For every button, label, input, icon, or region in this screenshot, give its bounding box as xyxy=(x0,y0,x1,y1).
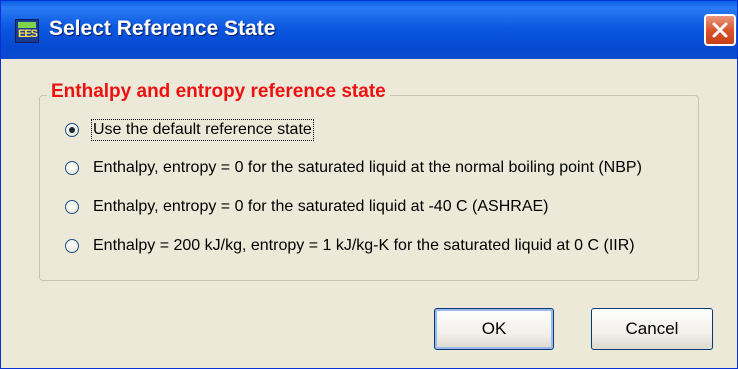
ok-button-label: OK xyxy=(481,319,507,338)
option-nbp-label: Enthalpy, entropy = 0 for the saturated … xyxy=(93,159,642,176)
radio-iir[interactable] xyxy=(65,239,79,253)
dialog-window: EES Select Reference State Enthalpy and … xyxy=(0,0,738,369)
option-iir[interactable]: Enthalpy = 200 kJ/kg, entropy = 1 kJ/kg-… xyxy=(65,234,635,258)
option-nbp[interactable]: Enthalpy, entropy = 0 for the saturated … xyxy=(65,156,642,180)
title-bar[interactable]: EES Select Reference State xyxy=(1,1,737,59)
close-button[interactable] xyxy=(704,14,736,46)
ees-app-icon: EES xyxy=(15,19,39,43)
window-title: Select Reference State xyxy=(49,17,276,40)
option-default[interactable]: Use the default reference state xyxy=(65,118,314,142)
radio-ashrae[interactable] xyxy=(65,200,79,214)
ok-button[interactable]: OK xyxy=(434,308,554,350)
radio-nbp[interactable] xyxy=(65,161,79,175)
cancel-button-label: Cancel xyxy=(625,319,679,338)
group-legend: Enthalpy and entropy reference state xyxy=(47,81,390,103)
cancel-button[interactable]: Cancel xyxy=(591,308,713,350)
option-ashrae-label: Enthalpy, entropy = 0 for the saturated … xyxy=(93,198,549,215)
option-iir-label: Enthalpy = 200 kJ/kg, entropy = 1 kJ/kg-… xyxy=(93,237,635,254)
option-ashrae[interactable]: Enthalpy, entropy = 0 for the saturated … xyxy=(65,195,549,219)
option-default-label: Use the default reference state xyxy=(91,119,314,141)
close-icon xyxy=(712,22,728,38)
radio-default[interactable] xyxy=(65,123,79,137)
